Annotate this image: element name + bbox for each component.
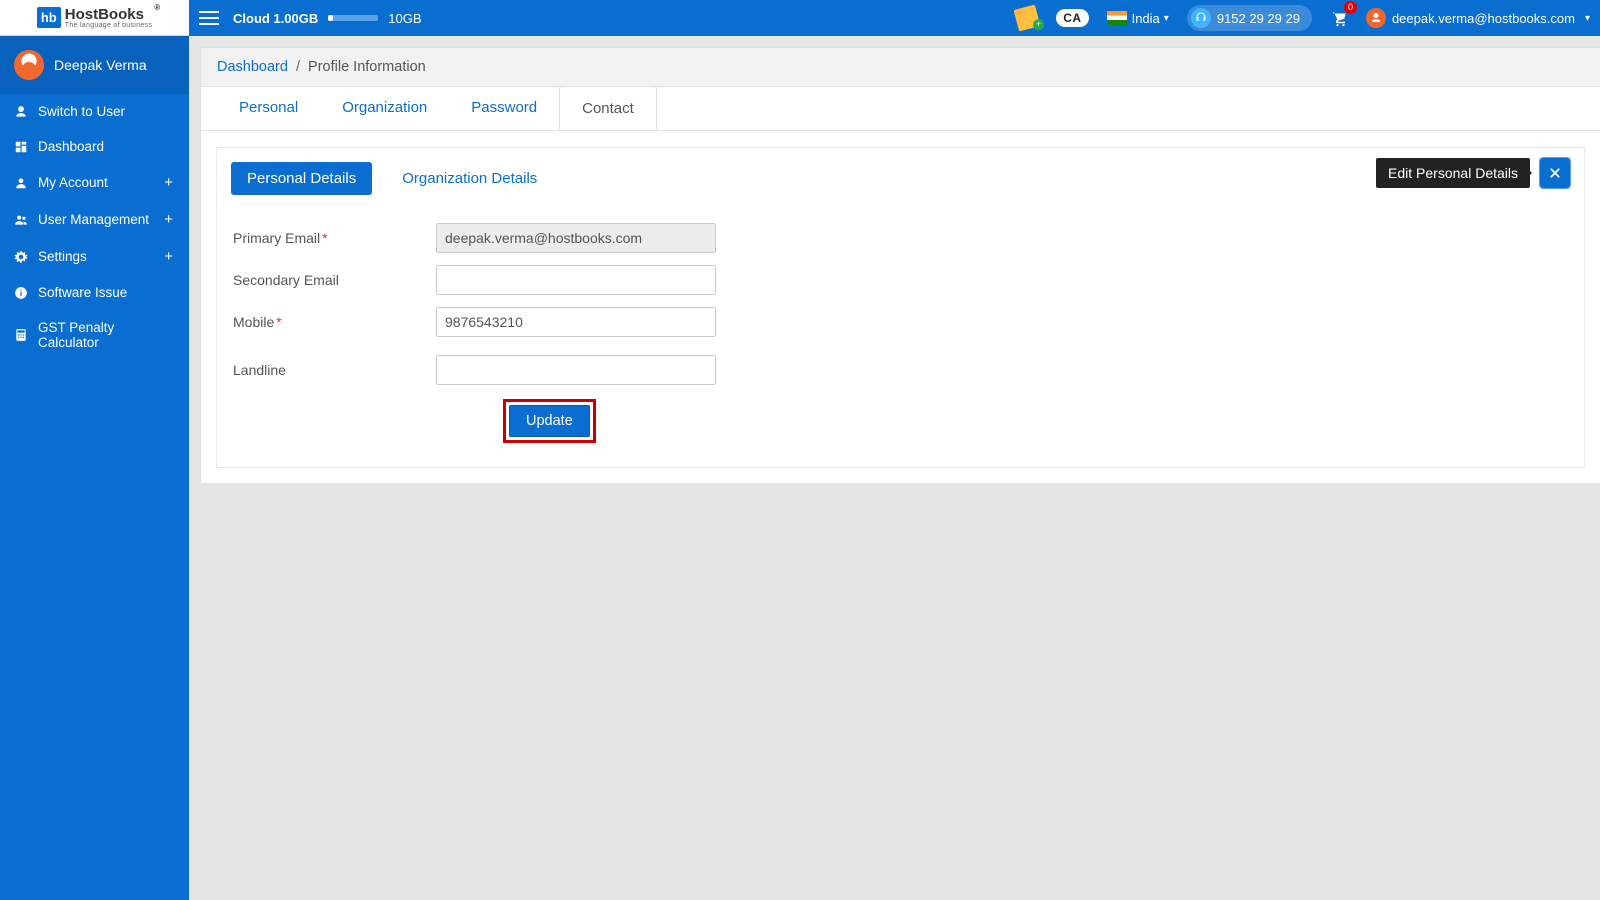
close-icon [1548,166,1562,180]
chevron-down-icon: ▾ [1585,13,1590,24]
chevron-down-icon: ▾ [1164,13,1169,24]
sidebar-item-software-issue[interactable]: Software Issue [0,275,189,310]
support-phone[interactable]: 9152 29 29 29 [1187,5,1312,31]
logo-name: HostBooks® The language of business [65,7,152,29]
sidebar-item-label: Dashboard [38,139,104,154]
breadcrumb-current: Profile Information [308,59,426,75]
storage-max-label: 10GB [388,11,421,26]
tab-organization[interactable]: Organization [320,87,449,130]
logo-badge: hb [37,7,61,28]
sidebar-item-dashboard[interactable]: Dashboard [0,129,189,164]
update-button[interactable]: Update [509,405,590,437]
calculator-icon [14,328,28,342]
tab-personal[interactable]: Personal [217,87,320,130]
input-mobile[interactable] [436,307,716,337]
india-flag-icon [1107,11,1127,25]
users-icon [14,213,28,227]
sidebar-item-label: GST Penalty Calculator [38,320,175,350]
sidebar-item-label: Software Issue [38,285,127,300]
app-logo[interactable]: hb HostBooks® The language of business [0,0,189,36]
subtab-organization-details[interactable]: Organization Details [386,162,553,195]
ticket-icon[interactable]: + [1016,7,1038,29]
info-icon [14,286,28,300]
dashboard-icon [14,140,28,154]
menu-toggle-icon[interactable] [199,11,219,25]
sidebar-user[interactable]: Deepak Verma [0,36,189,94]
expand-icon[interactable]: + [162,211,175,228]
breadcrumb-dashboard-link[interactable]: Dashboard [217,59,288,75]
avatar-icon [14,50,44,80]
user-icon [14,105,28,119]
avatar-icon [1366,8,1386,28]
gear-icon [14,250,28,264]
edit-tooltip: Edit Personal Details [1376,158,1530,188]
contact-form: Primary Email* Secondary Email Mobile* [231,223,1570,443]
storage-progress-bar [328,15,378,21]
label-secondary-email: Secondary Email [231,272,436,288]
tab-contact[interactable]: Contact [559,86,657,130]
cloud-usage-label: Cloud 1.00GB [233,11,318,26]
account-icon [14,176,28,190]
label-primary-email: Primary Email* [231,230,436,246]
input-landline[interactable] [436,355,716,385]
sidebar-item-switch-to-user[interactable]: Switch to User [0,94,189,129]
country-selector[interactable]: India ▾ [1107,11,1169,26]
sidebar-item-gst-calculator[interactable]: GST Penalty Calculator [0,310,189,360]
update-highlight-box: Update [503,399,596,443]
sidebar-item-settings[interactable]: Settings + [0,238,189,275]
subtab-personal-details[interactable]: Personal Details [231,162,372,195]
label-landline: Landline [231,362,436,378]
sidebar-item-user-management[interactable]: User Management + [0,201,189,238]
breadcrumb: Dashboard / Profile Information [200,47,1600,87]
sidebar-item-label: Settings [38,249,87,264]
cart-button[interactable]: 0 [1330,9,1348,27]
sidebar-item-label: User Management [38,212,149,227]
tab-password[interactable]: Password [449,87,559,130]
expand-icon[interactable]: + [162,174,175,191]
expand-icon[interactable]: + [162,248,175,265]
input-primary-email [436,223,716,253]
breadcrumb-separator: / [296,59,300,75]
sidebar-item-my-account[interactable]: My Account + [0,164,189,201]
sidebar-item-label: Switch to User [38,104,125,119]
user-menu[interactable]: deepak.verma@hostbooks.com ▾ [1366,8,1590,28]
input-secondary-email[interactable] [436,265,716,295]
ca-badge[interactable]: CA [1056,9,1088,27]
cart-count-badge: 0 [1344,1,1357,14]
sidebar: Deepak Verma Switch to User Dashboard My… [0,36,189,900]
close-edit-button[interactable] [1540,158,1570,188]
profile-tabs: Personal Organization Password Contact [201,87,1600,131]
sidebar-item-label: My Account [38,175,108,190]
label-mobile: Mobile* [231,314,436,330]
headset-icon [1191,8,1211,28]
sidebar-user-name: Deepak Verma [54,57,147,73]
